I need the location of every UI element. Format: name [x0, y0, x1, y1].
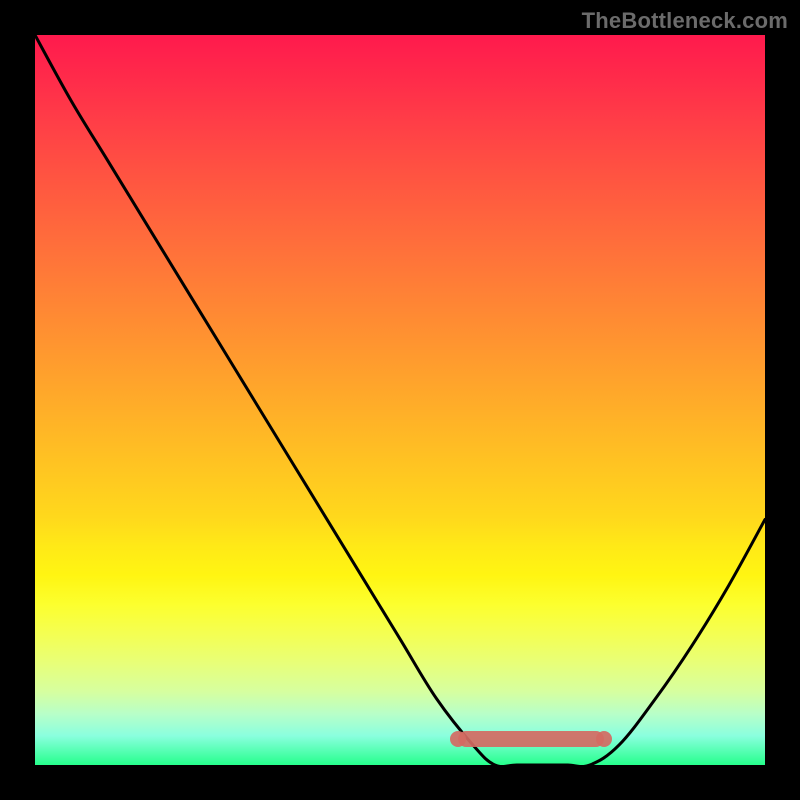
bottleneck-curve	[35, 35, 765, 765]
chart-container: TheBottleneck.com	[0, 0, 800, 800]
curve-path	[35, 35, 765, 765]
watermark-text: TheBottleneck.com	[582, 8, 788, 34]
plot-area	[35, 35, 765, 765]
ideal-range-band	[458, 731, 604, 747]
